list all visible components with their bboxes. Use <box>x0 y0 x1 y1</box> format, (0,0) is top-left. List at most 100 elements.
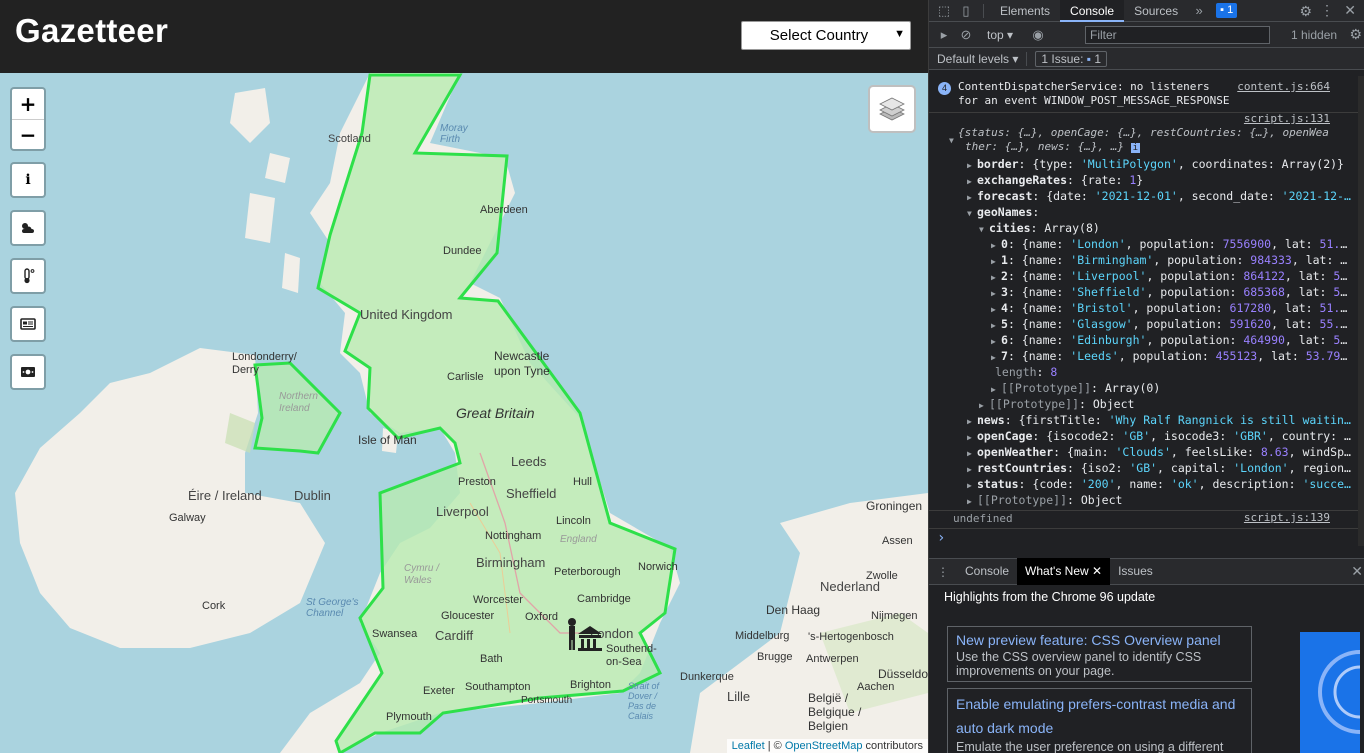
tree-row[interactable]: ▶ news: {firstTitle: 'Why Ralf Rangnick i… <box>967 412 1351 428</box>
drawer-tab-issues[interactable]: Issues <box>1110 558 1161 585</box>
expand-triangle-icon[interactable]: ▶ <box>991 350 1001 364</box>
expand-triangle-icon[interactable]: ▶ <box>991 334 1001 348</box>
tree-row[interactable]: ▶ border: {type: 'MultiPolygon', coordina… <box>967 156 1344 172</box>
inspect-element-icon[interactable]: ⬚ <box>933 3 955 19</box>
clear-console-icon[interactable]: ⊘ <box>955 27 977 43</box>
drawer-tab-whats-new-label: What's New <box>1025 564 1089 578</box>
tree-row[interactable]: ▶ 6: {name: 'Edinburgh', population: 4649… <box>991 332 1347 348</box>
tree-row[interactable]: ▶ status: {code: '200', name: 'ok', descr… <box>967 476 1351 492</box>
tree-row[interactable]: ▶ 4: {name: 'Bristol', population: 617280… <box>991 300 1347 316</box>
console-settings-icon[interactable]: ⚙ <box>1349 26 1362 43</box>
message-count-badge: 4 <box>938 79 951 95</box>
kebab-menu-icon[interactable]: ⋮ <box>1320 2 1334 19</box>
drawer-tabbar: ⋮ Console What's New ✕ Issues ✕ <box>929 558 1364 585</box>
close-icon[interactable]: ✕ <box>1344 2 1356 19</box>
expand-triangle-icon[interactable]: ▶ <box>967 414 977 428</box>
tree-key: 4 <box>1001 301 1008 315</box>
console-scrollbar[interactable] <box>1358 76 1364 546</box>
currency-button[interactable] <box>12 356 44 388</box>
expand-triangle-icon[interactable]: ▶ <box>967 190 977 204</box>
map-label-aberdeen: Aberdeen <box>480 204 528 216</box>
tree-row[interactable]: length: 8 <box>991 364 1057 380</box>
console-prompt[interactable]: › <box>937 530 945 546</box>
tree-row[interactable]: ▼ cities: Array(8) <box>979 220 1100 236</box>
drawer-menu-icon[interactable]: ⋮ <box>929 565 957 579</box>
osm-link[interactable]: OpenStreetMap <box>785 740 863 752</box>
tree-row[interactable]: ▶ [[Prototype]]: Object <box>967 492 1122 508</box>
expand-triangle-icon[interactable]: ▶ <box>991 254 1001 268</box>
expand-triangle-icon[interactable]: ▶ <box>991 382 1001 396</box>
tree-row[interactable]: ▶ 5: {name: 'Glasgow', population: 591620… <box>991 316 1347 332</box>
more-tabs-icon[interactable]: » <box>1188 3 1210 18</box>
live-expression-eye-icon[interactable]: ◉ <box>1027 27 1049 43</box>
leaflet-link[interactable]: Leaflet <box>732 740 765 752</box>
expand-triangle-icon[interactable]: ▼ <box>979 222 989 236</box>
tree-row[interactable]: ▶ [[Prototype]]: Array(0) <box>991 380 1160 396</box>
log-source-link[interactable]: script.js:131 <box>1244 112 1330 125</box>
expand-triangle-icon[interactable]: ▶ <box>991 270 1001 284</box>
warn-source-link[interactable]: content.js:664 <box>1237 80 1330 93</box>
drawer-tab-whats-new[interactable]: What's New ✕ <box>1017 558 1111 585</box>
default-levels-dropdown[interactable]: Default levels ▾ <box>937 52 1018 66</box>
device-toolbar-icon[interactable]: ▯ <box>955 3 977 19</box>
zoom-in-button[interactable]: + <box>12 89 44 119</box>
issues-counter[interactable]: ▪ 1 <box>1216 3 1238 18</box>
map-label-worcester: Worcester <box>473 594 523 606</box>
expand-triangle-icon[interactable]: ▶ <box>967 478 977 492</box>
map-label-great-britain: Great Britain <box>456 405 535 421</box>
news-button[interactable] <box>12 308 44 340</box>
undefined-source-link[interactable]: script.js:139 <box>1244 511 1330 524</box>
tree-row[interactable]: ▶ 7: {name: 'Leeds', population: 455123, … <box>991 348 1347 364</box>
expand-triangle-icon[interactable]: ▶ <box>967 462 977 476</box>
tree-row[interactable]: ▶ 0: {name: 'London', population: 7556900… <box>991 236 1347 252</box>
expand-triangle-icon[interactable]: ▼ <box>949 136 954 145</box>
expand-triangle-icon[interactable]: ▶ <box>967 430 977 444</box>
card-1-title[interactable]: New preview feature: CSS Overview panel <box>956 630 1243 650</box>
tree-row[interactable]: ▶ forecast: {date: '2021-12-01', second_d… <box>967 188 1351 204</box>
info-button[interactable]: i <box>12 164 44 196</box>
tree-row[interactable]: ▶ openWeather: {main: 'Clouds', feelsLike… <box>967 444 1351 460</box>
issues-badge[interactable]: 1 Issue: ▪ 1 <box>1035 50 1108 67</box>
tab-elements[interactable]: Elements <box>990 0 1060 22</box>
expand-triangle-icon[interactable]: ▶ <box>979 398 989 412</box>
card-2-title[interactable]: Enable emulating prefers-contrast media … <box>956 692 1243 740</box>
tree-row[interactable]: ▶ 2: {name: 'Liverpool', population: 8641… <box>991 268 1347 284</box>
close-tab-icon[interactable]: ✕ <box>1092 564 1102 578</box>
tab-console[interactable]: Console <box>1060 0 1125 22</box>
drawer-tab-console[interactable]: Console <box>957 558 1017 585</box>
tree-row[interactable]: ▶ openCage: {isocode2: 'GB', isocode3: 'G… <box>967 428 1351 444</box>
expand-triangle-icon[interactable]: ▶ <box>967 174 977 188</box>
expand-triangle-icon[interactable]: ▶ <box>967 446 977 460</box>
tree-row[interactable]: ▶ 3: {name: 'Sheffield', population: 6853… <box>991 284 1347 300</box>
expand-triangle-icon[interactable]: ▶ <box>967 158 977 172</box>
tree-row[interactable]: ▶ [[Prototype]]: Object <box>979 396 1134 412</box>
settings-gear-icon[interactable]: ⚙ <box>1299 3 1312 20</box>
context-selector[interactable]: top ▾ <box>987 28 1013 42</box>
tree-row[interactable]: ▼ geoNames: <box>967 204 1039 220</box>
zoom-out-button[interactable]: − <box>12 119 44 149</box>
close-drawer-icon[interactable]: ✕ <box>1351 563 1363 580</box>
map-label-brighton: Brighton <box>570 679 611 691</box>
sidebar-toggle-icon[interactable]: ▸ <box>933 27 955 43</box>
whats-new-card-2[interactable]: Enable emulating prefers-contrast media … <box>947 688 1252 753</box>
weather-button[interactable] <box>12 212 44 244</box>
tab-sources[interactable]: Sources <box>1124 0 1188 22</box>
map-label-galway: Galway <box>169 512 206 524</box>
expand-triangle-icon[interactable]: ▶ <box>991 238 1001 252</box>
capital-marker-icon[interactable] <box>564 616 604 654</box>
tree-row[interactable]: ▶ restCountries: {iso2: 'GB', capital: 'L… <box>967 460 1351 476</box>
expand-triangle-icon[interactable]: ▶ <box>991 318 1001 332</box>
tree-value: {name: 'Sheffield', population: 685368, … <box>1021 285 1348 299</box>
map[interactable]: Scotland Moray Firth Aberdeen Dundee Uni… <box>0 73 928 753</box>
whats-new-card-1[interactable]: New preview feature: CSS Overview panel … <box>947 626 1252 682</box>
expand-triangle-icon[interactable]: ▶ <box>991 302 1001 316</box>
temperature-button[interactable] <box>12 260 44 292</box>
tree-row[interactable]: ▶ 1: {name: 'Birmingham', population: 984… <box>991 252 1347 268</box>
country-select[interactable]: Select Country ▼ <box>741 21 911 50</box>
console-filter-input[interactable]: Filter <box>1085 26 1270 44</box>
layers-control[interactable] <box>868 85 916 133</box>
expand-triangle-icon[interactable]: ▶ <box>967 494 977 508</box>
tree-row[interactable]: ▶ exchangeRates: {rate: 1} <box>967 172 1143 188</box>
expand-triangle-icon[interactable]: ▼ <box>967 206 977 220</box>
expand-triangle-icon[interactable]: ▶ <box>991 286 1001 300</box>
